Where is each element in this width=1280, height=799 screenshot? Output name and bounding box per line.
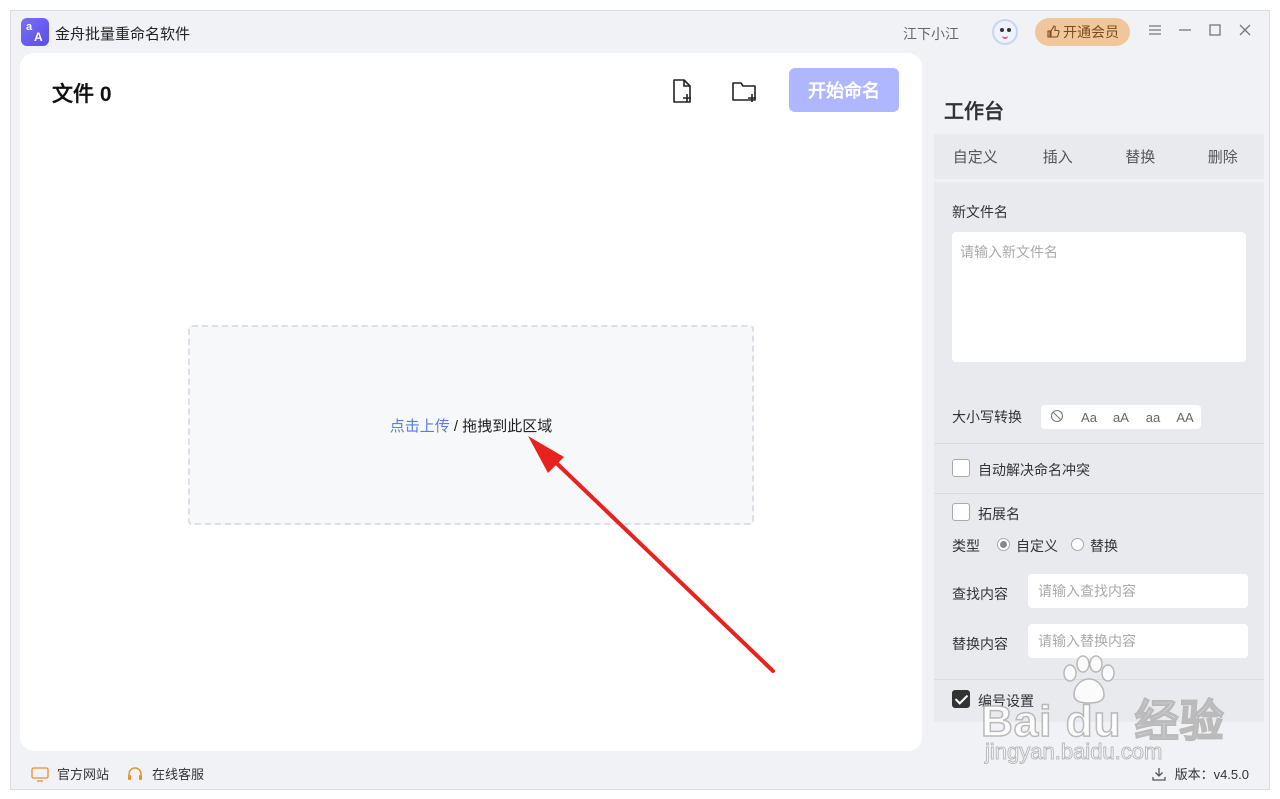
- case-option-title[interactable]: Aa: [1073, 410, 1105, 425]
- tab-replace[interactable]: 替换: [1099, 146, 1182, 167]
- app-logo-icon: a A: [21, 18, 49, 46]
- app-title: 金舟批量重命名软件: [55, 26, 191, 43]
- headset-icon: [128, 766, 142, 780]
- file-count-label: 文件 0: [52, 83, 112, 106]
- official-website-link[interactable]: 官方网站: [31, 764, 109, 783]
- monitor-icon: [31, 766, 49, 782]
- divider: [934, 679, 1264, 680]
- case-option-camel[interactable]: aA: [1105, 410, 1137, 425]
- auto-resolve-label: 自动解决命名冲突: [978, 462, 1090, 478]
- thumbs-up-icon: [1047, 25, 1060, 38]
- footer-bar: 官方网站 在线客服 版本：v4.5.0: [11, 756, 1269, 789]
- case-convert-options: Aa aA aa AA: [1041, 405, 1201, 429]
- numbering-label: 编号设置: [978, 693, 1034, 709]
- numbering-checkbox[interactable]: [952, 690, 970, 708]
- case-option-lower[interactable]: aa: [1137, 410, 1169, 425]
- version-info: 版本：v4.5.0: [1151, 764, 1249, 783]
- case-none-icon[interactable]: [1041, 409, 1073, 426]
- divider: [934, 493, 1264, 494]
- tab-delete[interactable]: 删除: [1182, 146, 1265, 167]
- red-arrow-annotation: [528, 436, 775, 673]
- find-input[interactable]: [1028, 574, 1248, 608]
- tab-insert[interactable]: 插入: [1017, 146, 1100, 167]
- find-label: 查找内容: [952, 586, 1008, 602]
- type-radio-replace[interactable]: [1071, 538, 1084, 551]
- maximize-icon[interactable]: [1206, 23, 1224, 41]
- workbench-form: 新文件名 大小写转换 Aa aA aa AA 自动解决命名冲突 拓展名 类型 自…: [934, 182, 1264, 722]
- extension-label: 拓展名: [978, 506, 1020, 522]
- divider: [934, 443, 1264, 444]
- extension-checkbox[interactable]: [952, 503, 970, 521]
- title-bar[interactable]: a A 金舟批量重命名软件 江下小江 开通会员: [11, 11, 1269, 53]
- workbench-title: 工作台: [944, 101, 1004, 123]
- file-panel: 文件 0 开始命名 点击上传 / 拖拽到此区域: [20, 53, 922, 751]
- tab-custom[interactable]: 自定义: [934, 146, 1017, 167]
- close-icon[interactable]: [1236, 23, 1254, 41]
- type-label: 类型: [952, 538, 980, 554]
- start-rename-button[interactable]: 开始命名: [789, 68, 899, 112]
- username[interactable]: 江下小江: [903, 24, 959, 44]
- menu-icon[interactable]: [1146, 23, 1164, 41]
- add-folder-icon[interactable]: [730, 77, 758, 105]
- official-website-label: 官方网站: [57, 767, 110, 782]
- workbench-tabs: 自定义 插入 替换 删除: [934, 134, 1264, 179]
- minimize-icon[interactable]: [1176, 23, 1194, 41]
- type-option-replace[interactable]: 替换: [1090, 536, 1118, 556]
- download-icon[interactable]: [1151, 766, 1167, 782]
- add-file-icon[interactable]: [668, 77, 696, 105]
- case-convert-label: 大小写转换: [952, 409, 1022, 425]
- new-name-label: 新文件名: [952, 204, 1008, 220]
- vip-button[interactable]: 开通会员: [1035, 18, 1130, 46]
- app-logo-letter-small: a: [26, 21, 33, 33]
- vip-button-label: 开通会员: [1063, 24, 1119, 40]
- online-support-label: 在线客服: [152, 767, 205, 782]
- replace-input[interactable]: [1028, 624, 1248, 658]
- case-option-upper[interactable]: AA: [1169, 410, 1201, 425]
- online-support-link[interactable]: 在线客服: [126, 764, 204, 783]
- app-window: a A 金舟批量重命名软件 江下小江 开通会员 文件 0 开始命名 点击上传 /…: [10, 10, 1270, 790]
- new-name-input[interactable]: [952, 232, 1246, 362]
- avatar[interactable]: [992, 19, 1018, 45]
- replace-label: 替换内容: [952, 636, 1008, 652]
- version-label: 版本：v4.5.0: [1174, 767, 1249, 782]
- type-radio-custom[interactable]: [997, 538, 1010, 551]
- auto-resolve-checkbox[interactable]: [952, 459, 970, 477]
- app-logo-letter-big: A: [34, 30, 43, 44]
- dropzone-separator: /: [449, 418, 463, 435]
- workbench-panel: 工作台 自定义 插入 替换 删除 新文件名 大小写转换 Aa aA aa AA …: [922, 75, 1269, 751]
- type-option-custom[interactable]: 自定义: [1016, 536, 1058, 556]
- upload-link[interactable]: 点击上传: [390, 418, 450, 435]
